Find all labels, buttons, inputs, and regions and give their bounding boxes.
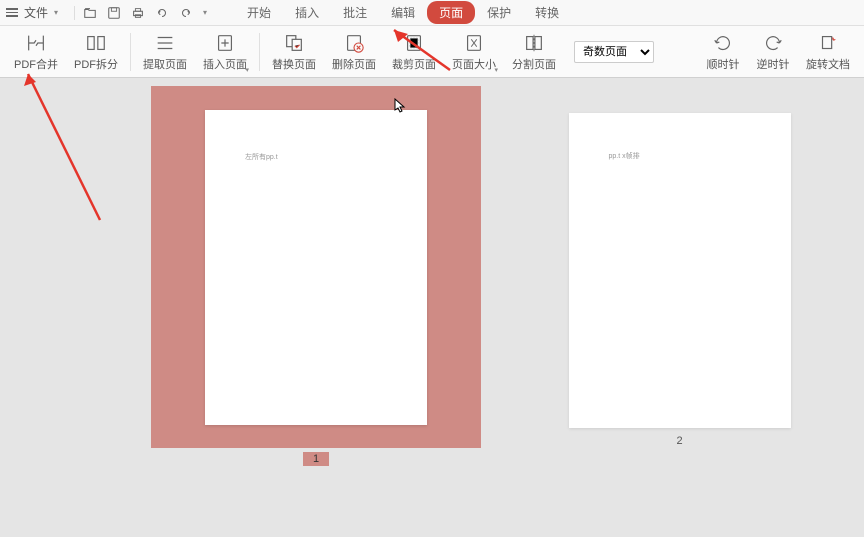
tab-protect[interactable]: 保护 (475, 1, 523, 24)
insert-page-button[interactable]: 插入页面 ▾ (195, 28, 255, 76)
rotate-doc-icon (817, 32, 839, 54)
ribbon-label: 插入页面 (203, 56, 247, 72)
divider (74, 6, 75, 20)
ribbon-toolbar: PDF合并 PDF拆分 提取页面 插入页面 ▾ 替换页面 删除页面 (0, 26, 864, 78)
tab-page[interactable]: 页面 (427, 1, 475, 24)
undo-icon[interactable] (155, 6, 169, 20)
print-icon[interactable] (131, 6, 145, 20)
replace-icon (283, 32, 305, 54)
page-preview: 左所有pp.t (205, 110, 427, 425)
insert-icon (214, 32, 236, 54)
file-menu[interactable]: 文件 (24, 4, 48, 21)
quick-more-icon[interactable]: ▾ (203, 8, 207, 17)
page-preview: pp.t x帧排 (569, 113, 791, 428)
tab-start[interactable]: 开始 (235, 1, 283, 24)
crop-page-button[interactable]: 裁剪页面 (384, 28, 444, 76)
size-icon (463, 32, 485, 54)
chevron-down-icon: ▾ (245, 66, 249, 74)
ribbon-label: PDF拆分 (74, 56, 118, 72)
delete-icon (343, 32, 365, 54)
ribbon-label: 裁剪页面 (392, 56, 436, 72)
replace-page-button[interactable]: 替换页面 (264, 28, 324, 76)
chevron-down-icon[interactable]: ▾ (54, 8, 58, 17)
page-thumbnail-area: 左所有pp.t 1 pp.t x帧排 2 (0, 78, 864, 537)
tab-group: 开始 插入 批注 编辑 页面 保护 转换 (235, 1, 571, 24)
redo-icon[interactable] (179, 6, 193, 20)
separator (259, 33, 260, 71)
ribbon-label: 删除页面 (332, 56, 376, 72)
ribbon-label: 分割页面 (512, 56, 556, 72)
page-thumbnail-1[interactable]: 左所有pp.t 1 (151, 86, 481, 466)
divide-page-button[interactable]: 分割页面 (504, 28, 564, 76)
page-size-button[interactable]: 页面大小 ▾ (444, 28, 504, 76)
chevron-down-icon: ▾ (494, 66, 498, 74)
separator (130, 33, 131, 71)
divide-icon (523, 32, 545, 54)
rotate-cw-button[interactable]: 顺时针 (698, 28, 748, 76)
tab-convert[interactable]: 转换 (523, 1, 571, 24)
rotate-doc-button[interactable]: 旋转文档 (798, 28, 858, 76)
rotate-ccw-icon (762, 32, 784, 54)
page-content-text: pp.t x帧排 (609, 151, 640, 161)
menu-icon[interactable] (6, 8, 18, 17)
ribbon-label: 替换页面 (272, 56, 316, 72)
ribbon-label: 旋转文档 (806, 56, 850, 72)
menu-bar: 文件 ▾ ▾ 开始 插入 批注 编辑 页面 保护 转 (0, 0, 864, 26)
pdf-merge-button[interactable]: PDF合并 (6, 28, 66, 76)
extract-icon (154, 32, 176, 54)
page-thumbnail-2[interactable]: pp.t x帧排 2 (567, 110, 792, 448)
tab-edit[interactable]: 编辑 (379, 1, 427, 24)
rotate-cw-icon (712, 32, 734, 54)
open-icon[interactable] (83, 6, 97, 20)
rotate-ccw-button[interactable]: 逆时针 (748, 28, 798, 76)
tab-insert[interactable]: 插入 (283, 1, 331, 24)
tab-annotate[interactable]: 批注 (331, 1, 379, 24)
page-content-text: 左所有pp.t (245, 152, 278, 162)
ribbon-label: 顺时针 (707, 56, 740, 72)
pdf-split-button[interactable]: PDF拆分 (66, 28, 126, 76)
ribbon-label: 提取页面 (143, 56, 187, 72)
crop-icon (403, 32, 425, 54)
split-icon (85, 32, 107, 54)
extract-page-button[interactable]: 提取页面 (135, 28, 195, 76)
page-filter-select[interactable]: 奇数页面 (574, 41, 654, 63)
ribbon-label: 逆时针 (757, 56, 790, 72)
ribbon-label: PDF合并 (14, 56, 58, 72)
delete-page-button[interactable]: 删除页面 (324, 28, 384, 76)
page-number: 2 (666, 434, 692, 448)
ribbon-label: 页面大小 (452, 56, 496, 72)
page-number: 1 (303, 452, 329, 466)
merge-icon (25, 32, 47, 54)
save-icon[interactable] (107, 6, 121, 20)
